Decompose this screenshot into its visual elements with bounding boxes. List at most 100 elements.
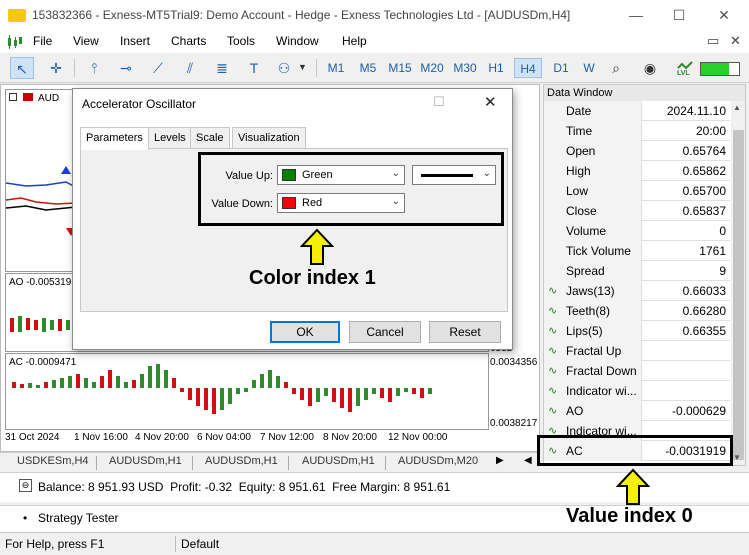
indicator-icon: ∿: [548, 345, 558, 357]
ac-bar: [300, 388, 304, 400]
data-window-row-value: 2024.11.10: [666, 104, 726, 118]
ac-bar: [116, 376, 120, 388]
fibonacci-icon[interactable]: ≣: [210, 57, 234, 79]
ok-button[interactable]: OK: [270, 321, 340, 343]
horizontal-line-icon[interactable]: ⊸: [114, 57, 138, 79]
ac-pane[interactable]: AC -0.0009471: [5, 353, 489, 430]
ac-bar: [340, 388, 344, 408]
chart-tab[interactable]: AUDUSDm,H1: [109, 455, 182, 467]
search-icon[interactable]: ⌕: [604, 57, 628, 79]
menu-tools[interactable]: Tools: [227, 34, 255, 48]
scroll-down-icon[interactable]: ▼: [733, 453, 741, 462]
menu-insert[interactable]: Insert: [120, 34, 150, 48]
status-help-text: For Help, press F1: [5, 537, 105, 551]
ac-bar: [356, 388, 360, 406]
text-tool-icon[interactable]: T: [242, 57, 266, 79]
balance-text: Balance: 8 951.93 USD Profit: -0.32 Equi…: [38, 480, 451, 494]
period-h1[interactable]: H1: [484, 58, 508, 78]
menu-help[interactable]: Help: [342, 34, 367, 48]
data-window-row-value: 0.65764: [682, 144, 726, 158]
reset-button[interactable]: Reset: [429, 321, 501, 343]
ac-bar: [420, 388, 424, 398]
restore-icon[interactable]: ▭: [707, 33, 719, 49]
ac-bar: [84, 378, 88, 388]
period-m15[interactable]: M15: [386, 58, 414, 78]
tab-levels[interactable]: Levels: [148, 127, 192, 149]
account-icon[interactable]: ◉: [638, 57, 662, 79]
level-icon[interactable]: LVL: [675, 58, 697, 80]
tab-visualization[interactable]: Visualization: [232, 127, 306, 149]
menu-window[interactable]: Window: [276, 34, 319, 48]
indicator-icon: ∿: [548, 365, 558, 377]
data-window-row-label: Spread: [544, 261, 642, 281]
tab-scale[interactable]: Scale: [190, 127, 230, 149]
cancel-button[interactable]: Cancel: [349, 321, 421, 343]
maximize-button[interactable]: ☐: [669, 6, 689, 24]
data-window-row: Close 0.65837: [544, 201, 730, 221]
menu-file[interactable]: File: [33, 34, 52, 48]
trend-line-icon[interactable]: ⟋: [146, 57, 170, 79]
chart-candles-icon[interactable]: [6, 34, 24, 50]
chart-tab[interactable]: USDKESm,H4: [17, 455, 89, 467]
period-m30[interactable]: M30: [450, 58, 480, 78]
shapes-icon[interactable]: ⚇: [272, 57, 296, 79]
cursor-tool-icon[interactable]: ↖: [10, 57, 34, 79]
app-logo-icon: [8, 9, 26, 22]
ac-bar: [372, 388, 376, 394]
tabs-scroll-left-icon[interactable]: ◀: [524, 455, 532, 466]
vertical-line-icon[interactable]: ⫯: [82, 57, 106, 79]
data-window-row-label: Tick Volume: [544, 241, 642, 261]
data-window-row-value: [642, 381, 726, 401]
period-m5[interactable]: M5: [355, 58, 381, 78]
period-h4[interactable]: H4: [514, 58, 542, 78]
strategy-tester-tab[interactable]: Strategy Tester: [38, 511, 118, 525]
scroll-thumb[interactable]: [733, 130, 744, 460]
ac-bar: [44, 382, 48, 388]
data-window-row: Low 0.65700: [544, 181, 730, 201]
jaws-line: [6, 181, 82, 191]
ac-bar: [252, 380, 256, 388]
status-profile: Default: [181, 537, 220, 551]
period-w1[interactable]: W: [580, 58, 598, 78]
ac-bar: [76, 374, 80, 388]
close-window-button[interactable]: ✕: [714, 6, 734, 24]
period-d1[interactable]: D1: [548, 58, 574, 78]
ac-bar: [12, 382, 16, 388]
crosshair-icon[interactable]: ✛: [44, 57, 68, 79]
collapse-icon[interactable]: ⊖: [19, 479, 32, 492]
tabs-scroll-right-icon[interactable]: ▶: [496, 455, 504, 466]
date-label: 31 Oct 2024: [5, 432, 60, 443]
window-title: 153832366 - Exness-MT5Trial9: Demo Accou…: [32, 8, 571, 22]
close-chart-icon[interactable]: ✕: [730, 33, 741, 49]
dialog-maximize-icon: ☐: [433, 94, 445, 109]
data-window-row-label: Fractal Up: [544, 341, 642, 361]
ac-bar: [28, 383, 32, 388]
ac-bar: [276, 376, 280, 388]
shapes-dropdown-icon[interactable]: ▼: [298, 62, 307, 72]
scroll-up-icon[interactable]: ▲: [733, 103, 741, 112]
indicator-icon: ∿: [548, 405, 558, 417]
menu-view[interactable]: View: [73, 34, 99, 48]
ac-bar: [332, 388, 336, 402]
data-window-row-value: [642, 341, 726, 361]
ac-bar: [316, 388, 320, 402]
chart-tab[interactable]: AUDUSDm,M20: [398, 455, 478, 467]
tab-parameters[interactable]: Parameters: [80, 127, 149, 150]
channel-icon[interactable]: ⫽: [178, 57, 202, 79]
ac-bar: [92, 382, 96, 388]
period-m20[interactable]: M20: [418, 58, 446, 78]
status-bar: For Help, press F1 Default: [0, 532, 749, 555]
data-window-row: Fractal Up ∿: [544, 341, 730, 361]
dialog-close-button[interactable]: ✕: [484, 93, 497, 111]
chart-tab[interactable]: AUDUSDm,H1: [302, 455, 375, 467]
ac-bar: [52, 380, 56, 388]
menu-charts[interactable]: Charts: [171, 34, 206, 48]
ac-bar: [164, 370, 168, 388]
toolbar: ↖ ✛ ⫯ ⊸ ⟋ ⫽ ≣ T ⚇ ▼ M1 M5 M15 M20 M30 H1…: [0, 53, 749, 83]
minimize-button[interactable]: —: [626, 6, 646, 24]
chart-tab[interactable]: AUDUSDm,H1: [205, 455, 278, 467]
data-window-scrollbar[interactable]: ▲ ▼: [731, 101, 745, 465]
ac-bar: [180, 388, 184, 392]
period-m1[interactable]: M1: [323, 58, 349, 78]
value-index-annotation: Value index 0: [566, 505, 693, 527]
